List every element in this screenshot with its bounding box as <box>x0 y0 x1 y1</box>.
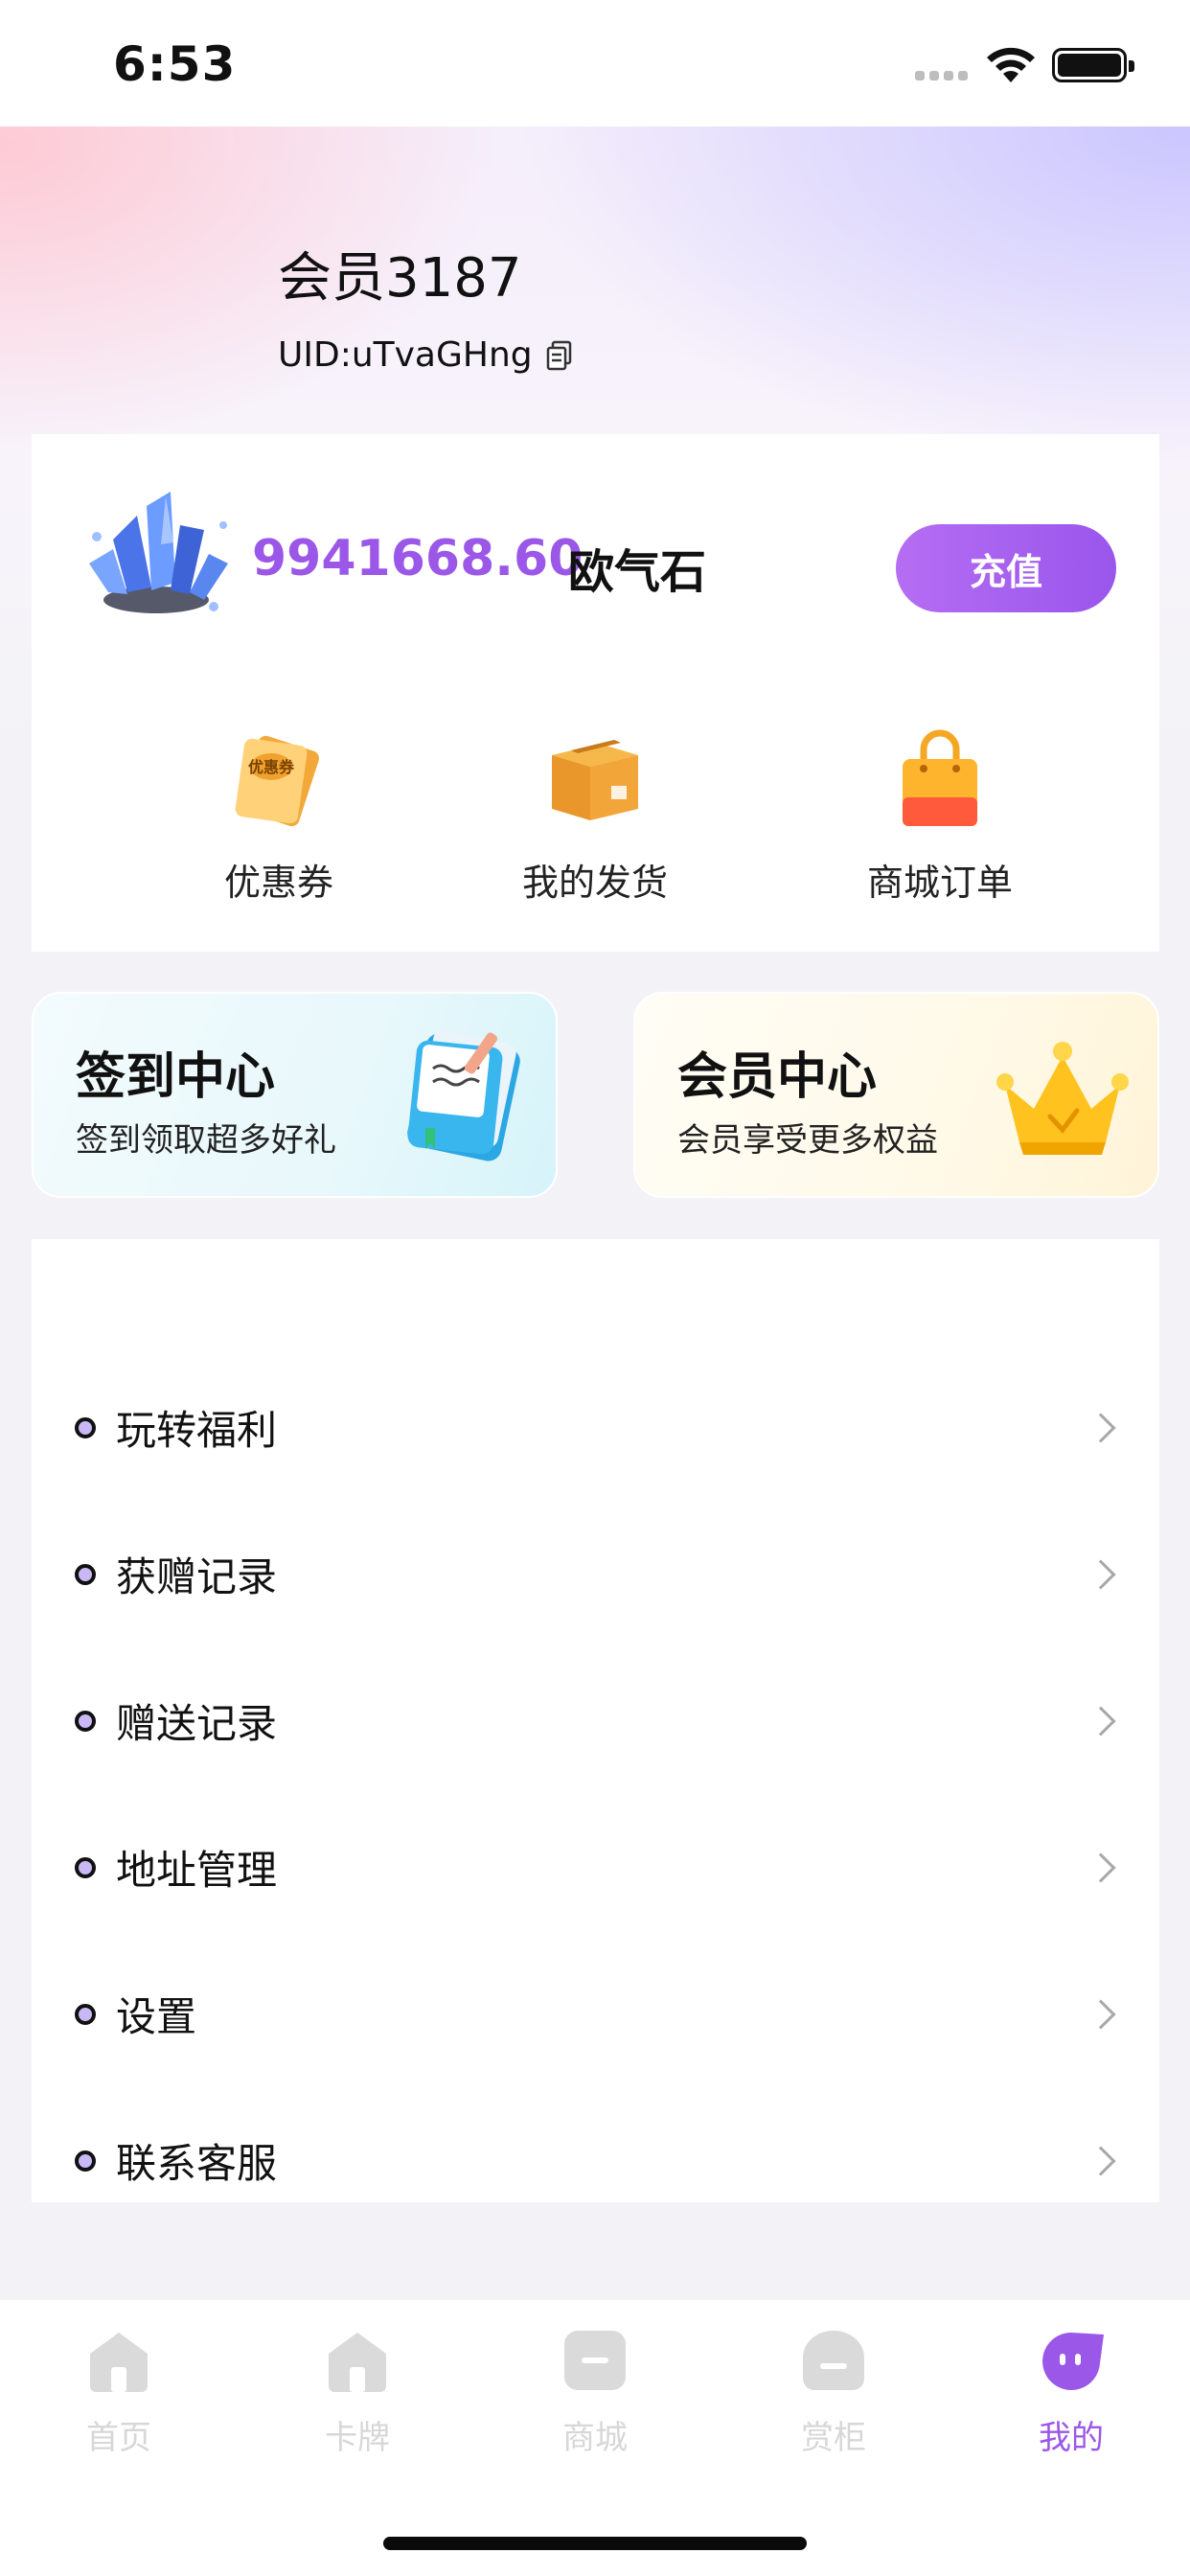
coupon-icon-text: 优惠券 <box>248 758 295 776</box>
checkin-center-subtitle: 签到领取超多好礼 <box>76 1121 336 1160</box>
coupon-label: 优惠券 <box>223 862 333 904</box>
tab-profile[interactable]: 我的 <box>995 2329 1148 2458</box>
tab-label: 我的 <box>1039 2419 1104 2457</box>
tab-label: 赏柜 <box>801 2419 866 2457</box>
balance-amount: 9941668.60 <box>252 530 584 587</box>
tab-cards[interactable]: 卡牌 <box>281 2329 434 2458</box>
menu-item-customer-service[interactable]: 联系客服 <box>32 2087 1159 2234</box>
menu-item-label: 赠送记录 <box>116 1700 278 1747</box>
settings-menu: 玩转福利 获赠记录 赠送记录 地址管理 设置 联系客服 <box>32 1239 1159 2202</box>
tab-label: 商城 <box>562 2419 628 2457</box>
tab-cabinet[interactable]: 赏柜 <box>757 2329 910 2458</box>
chevron-right-icon <box>1086 1852 1116 1883</box>
book-icon <box>407 1029 520 1162</box>
bullet-icon <box>75 1856 96 1878</box>
package-icon <box>542 726 648 832</box>
wifi-icon <box>987 47 1035 82</box>
mall-orders-shortcut[interactable]: 商城订单 <box>796 726 1084 906</box>
tab-label: 首页 <box>86 2419 151 2457</box>
home-icon <box>90 2333 148 2392</box>
home-indicator <box>383 2537 807 2550</box>
member-center-subtitle: 会员享受更多权益 <box>677 1121 938 1160</box>
menu-item-label: 设置 <box>116 1993 197 2040</box>
menu-item-settings[interactable]: 设置 <box>32 1941 1159 2087</box>
chevron-right-icon <box>1086 2145 1116 2176</box>
battery-icon <box>1052 48 1134 82</box>
menu-item-label: 玩转福利 <box>116 1407 278 1454</box>
wallet-card: 9941668.60 欧气石 充值 优惠券 优惠券 我的发货 商城订单 <box>32 434 1159 952</box>
coupon-icon: 优惠券 <box>226 726 332 832</box>
cards-icon <box>329 2333 386 2392</box>
menu-item-label: 获赠记录 <box>116 1553 278 1600</box>
menu-item-label: 地址管理 <box>116 1847 278 1894</box>
member-center-card[interactable]: 会员中心 会员享受更多权益 <box>633 992 1159 1198</box>
menu-item-label: 联系客服 <box>116 2140 278 2187</box>
bullet-icon <box>75 2003 96 2025</box>
menu-item-address[interactable]: 地址管理 <box>32 1794 1159 1941</box>
menu-item-received-gifts[interactable]: 获赠记录 <box>32 1501 1159 1647</box>
bullet-icon <box>75 1710 96 1732</box>
chevron-right-icon <box>1086 1558 1116 1590</box>
cabinet-icon <box>803 2331 864 2390</box>
coupon-shortcut[interactable]: 优惠券 优惠券 <box>135 726 423 906</box>
tab-home[interactable]: 首页 <box>42 2329 195 2458</box>
user-id: UID:uTvaGHng <box>278 335 573 375</box>
username: 会员3187 <box>278 247 522 310</box>
tab-label: 卡牌 <box>325 2419 390 2457</box>
status-time: 6:53 <box>113 36 237 92</box>
menu-item-benefits[interactable]: 玩转福利 <box>32 1354 1159 1501</box>
mall-icon <box>564 2331 626 2390</box>
bottom-tab-bar: 首页 卡牌 商城 赏柜 我的 <box>0 2300 1190 2576</box>
profile-icon <box>1042 2333 1104 2390</box>
my-shipments-shortcut[interactable]: 我的发货 <box>451 726 739 906</box>
my-shipments-label: 我的发货 <box>521 862 668 904</box>
chevron-right-icon <box>1086 1998 1116 2030</box>
checkin-center-title: 签到中心 <box>76 1048 276 1106</box>
user-id-text: UID:uTvaGHng <box>278 335 533 375</box>
member-center-title: 会员中心 <box>677 1048 878 1106</box>
bullet-icon <box>75 1563 96 1585</box>
chevron-right-icon <box>1086 1412 1116 1443</box>
copy-icon[interactable] <box>546 340 573 371</box>
checkin-center-card[interactable]: 签到中心 签到领取超多好礼 <box>32 992 558 1198</box>
tab-mall[interactable]: 商城 <box>518 2329 672 2458</box>
recharge-button[interactable]: 充值 <box>896 524 1116 612</box>
chevron-right-icon <box>1086 1705 1116 1736</box>
cellular-signal-icon <box>915 71 968 80</box>
mall-orders-label: 商城订单 <box>866 862 1013 904</box>
shopping-bag-icon <box>887 726 993 832</box>
bullet-icon <box>75 2150 96 2172</box>
currency-name: 欧气石 <box>568 545 707 599</box>
menu-item-sent-gifts[interactable]: 赠送记录 <box>32 1647 1159 1794</box>
bullet-icon <box>75 1416 96 1438</box>
status-bar: 6:53 <box>0 0 1190 126</box>
crystal-icon <box>89 492 228 613</box>
profile-screen: 6:53 会员3187 UID:uTvaGHng 9941668.60 欧气石 … <box>0 0 1190 2576</box>
crown-icon <box>996 1042 1129 1155</box>
